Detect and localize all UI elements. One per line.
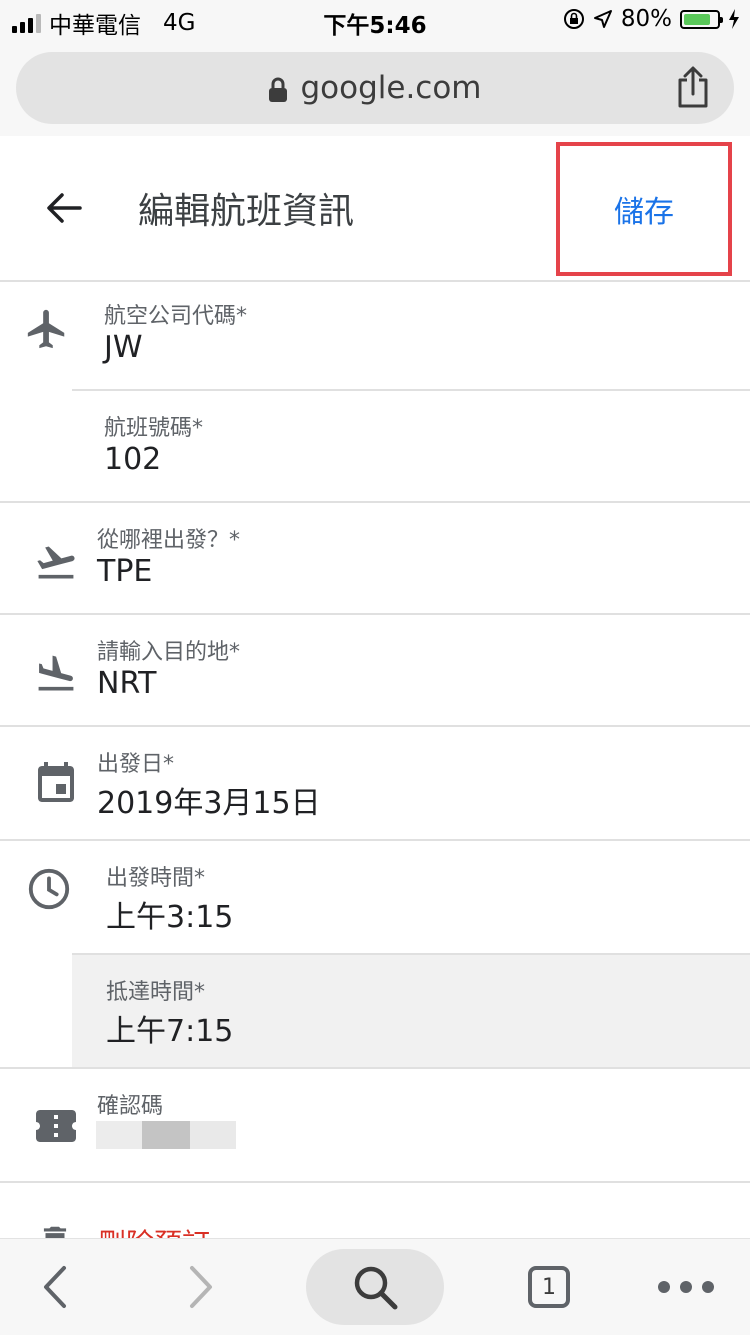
destination-field[interactable]: NRT [97, 666, 156, 701]
divider [0, 501, 750, 503]
confirmation-field[interactable] [96, 1121, 236, 1149]
browser-forward-button[interactable] [166, 1239, 236, 1335]
airline-code-label: 航空公司代碼* [104, 304, 248, 329]
page-header: 編輯航班資訊 儲存 [0, 136, 750, 282]
address-text-wrap: google.com [16, 70, 734, 106]
status-bar-right: 80% [563, 6, 740, 32]
lock-icon [269, 77, 288, 102]
origin-field[interactable]: TPE [97, 554, 152, 589]
destination-label: 請輸入目的地* [97, 640, 241, 665]
divider [0, 1067, 750, 1069]
flight-land-icon [38, 655, 74, 691]
address-bar[interactable]: google.com [16, 52, 734, 124]
confirmation-label: 確認碼 [97, 1094, 164, 1119]
divider [0, 839, 750, 841]
status-bar: 中華電信 4G 下午5:46 80% [0, 0, 750, 44]
flight-number-field[interactable]: 102 [104, 442, 161, 477]
airline-code-field[interactable]: JW [104, 330, 143, 365]
location-arrow-icon [593, 10, 612, 28]
divider [72, 389, 750, 391]
charging-bolt-icon [729, 9, 739, 29]
save-button-label: 儲存 [614, 195, 674, 230]
flight-number-label: 航班號碼* [104, 416, 204, 441]
departure-time-field[interactable]: 上午3:15 [106, 892, 233, 936]
ticket-icon [36, 1110, 76, 1142]
browser-toolbar: 1 [0, 1238, 750, 1335]
more-dots-icon [658, 1281, 714, 1293]
save-button[interactable]: 儲存 [556, 142, 732, 276]
arrival-time-field[interactable]: 上午7:15 [106, 1006, 233, 1050]
origin-label: 從哪裡出發？* [97, 528, 241, 553]
battery-fill [684, 13, 710, 25]
tab-switcher-button[interactable]: 1 [514, 1239, 584, 1335]
chevron-left-icon [44, 1266, 66, 1308]
orientation-lock-icon [563, 9, 584, 29]
chevron-right-icon [190, 1266, 212, 1308]
battery-percent: 80% [620, 6, 672, 32]
browser-url-area: google.com [0, 44, 750, 136]
page-title: 編輯航班資訊 [138, 191, 355, 232]
more-menu-button[interactable] [646, 1239, 726, 1335]
calendar-icon [38, 762, 74, 802]
divider [0, 725, 750, 727]
tab-count-icon: 1 [528, 1266, 570, 1308]
back-arrow-icon[interactable] [44, 188, 84, 228]
browser-search-button[interactable] [306, 1249, 444, 1325]
flight-takeoff-icon [37, 546, 75, 579]
url-text: google.com [300, 70, 482, 106]
search-icon [354, 1266, 398, 1310]
airplane-icon [27, 309, 65, 349]
departure-time-label: 出發時間* [106, 866, 206, 891]
divider [0, 1181, 750, 1183]
arrival-time-label: 抵達時間* [106, 980, 206, 1005]
divider [0, 613, 750, 615]
battery-icon [680, 9, 723, 29]
departure-date-field[interactable]: 2019年3月15日 [97, 778, 321, 822]
browser-back-button[interactable] [20, 1239, 90, 1335]
tab-count: 1 [542, 1274, 556, 1300]
share-icon[interactable] [676, 66, 710, 108]
departure-date-label: 出發日* [97, 752, 175, 777]
clock-icon [28, 868, 70, 910]
